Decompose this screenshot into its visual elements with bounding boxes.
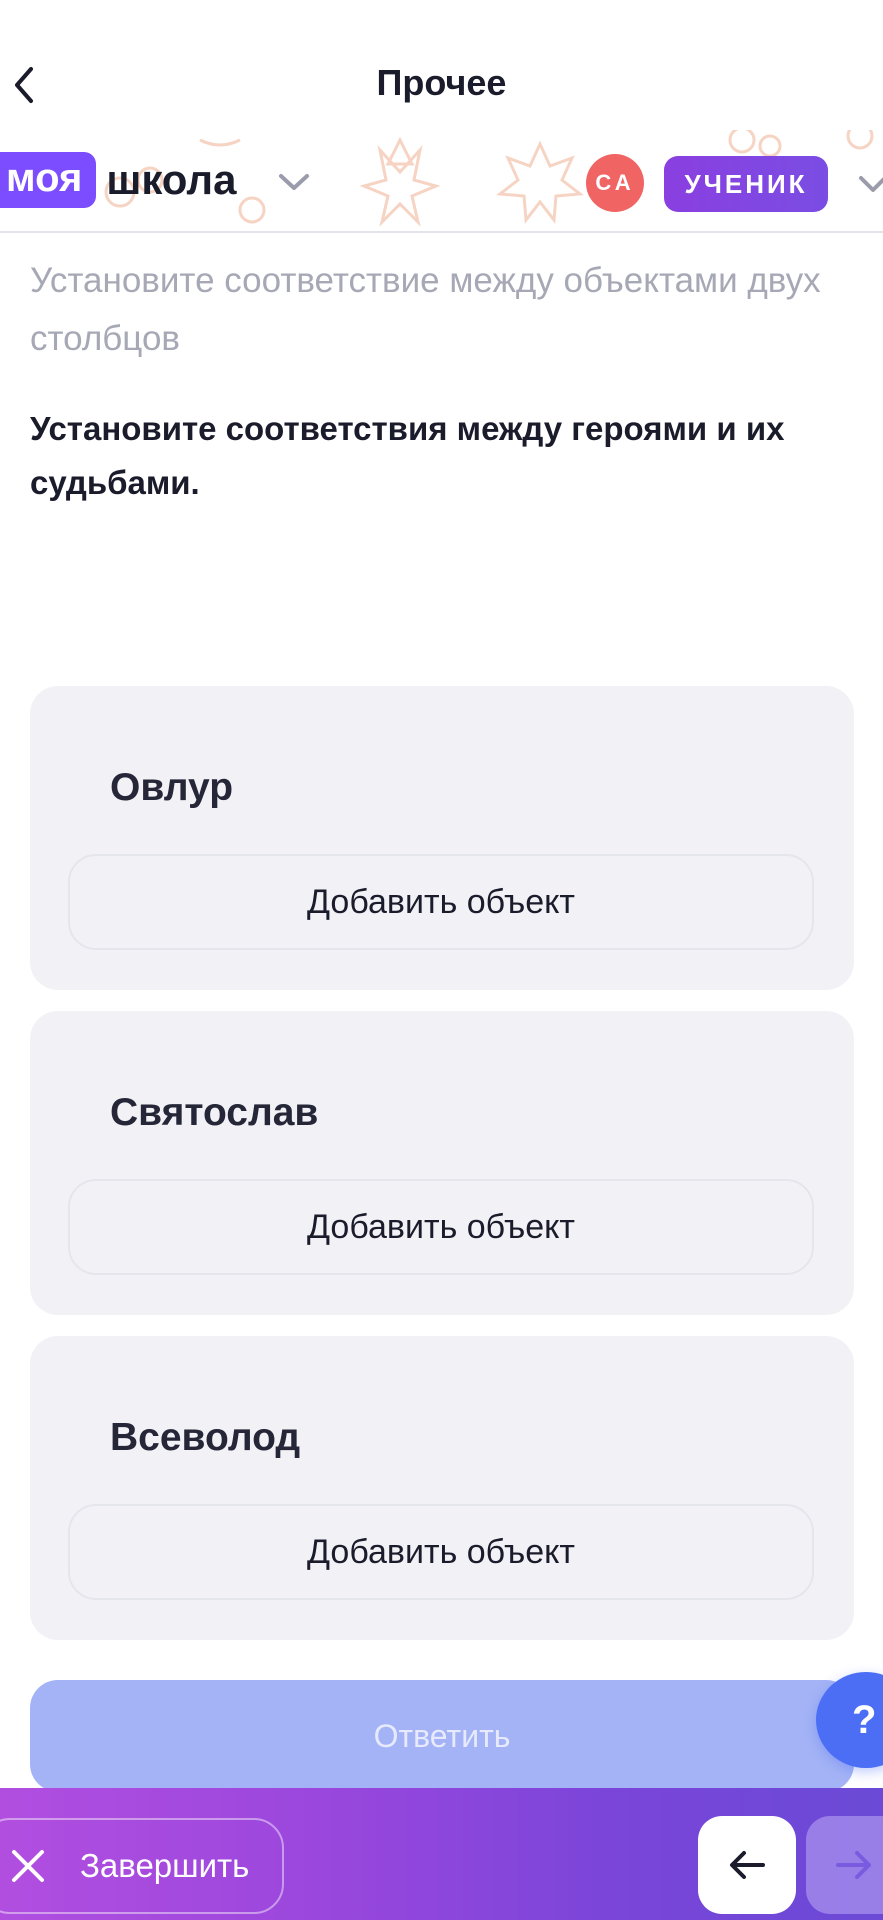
finish-button[interactable]: Завершить (0, 1818, 284, 1914)
avatar[interactable]: СА (586, 154, 644, 212)
brand-logo[interactable]: моя школа (0, 152, 236, 208)
top-nav: Прочее (0, 0, 883, 140)
match-card-title: Овлур (110, 766, 234, 809)
chevron-down-icon[interactable] (858, 174, 883, 194)
next-question-button[interactable] (806, 1816, 883, 1914)
answer-button[interactable]: Ответить (30, 1680, 854, 1792)
brand-logo-moya: моя (0, 152, 97, 208)
school-bar: моя школа СА УЧЕНИК (0, 130, 883, 233)
bottom-bar: Завершить (0, 1788, 883, 1920)
match-card: Святослав Добавить объект (30, 1011, 854, 1315)
chevron-down-icon[interactable] (278, 172, 310, 192)
arrow-left-icon (730, 1851, 765, 1879)
add-object-button[interactable]: Добавить объект (68, 854, 814, 950)
role-badge[interactable]: УЧЕНИК (664, 156, 828, 212)
brand-logo-shkola: школа (106, 156, 237, 203)
prev-question-button[interactable] (698, 1816, 796, 1914)
add-object-button[interactable]: Добавить объект (68, 1179, 814, 1275)
match-card-title: Святослав (110, 1091, 319, 1134)
page-title: Прочее (376, 62, 507, 103)
add-object-button[interactable]: Добавить объект (68, 1504, 814, 1600)
finish-button-label: Завершить (80, 1847, 250, 1884)
arrow-right-icon (836, 1851, 871, 1879)
task-question: Установите соответствия между героями и … (30, 410, 785, 501)
close-icon (12, 1850, 44, 1882)
match-card-title: Всеволод (110, 1416, 301, 1459)
task-instruction: Установите соответствие между объектами … (30, 261, 821, 358)
match-card: Овлур Добавить объект (30, 686, 854, 990)
match-card: Всеволод Добавить объект (30, 1336, 854, 1640)
screen: Прочее моя школа СА УЧЕНИК Установите со… (0, 0, 883, 1920)
